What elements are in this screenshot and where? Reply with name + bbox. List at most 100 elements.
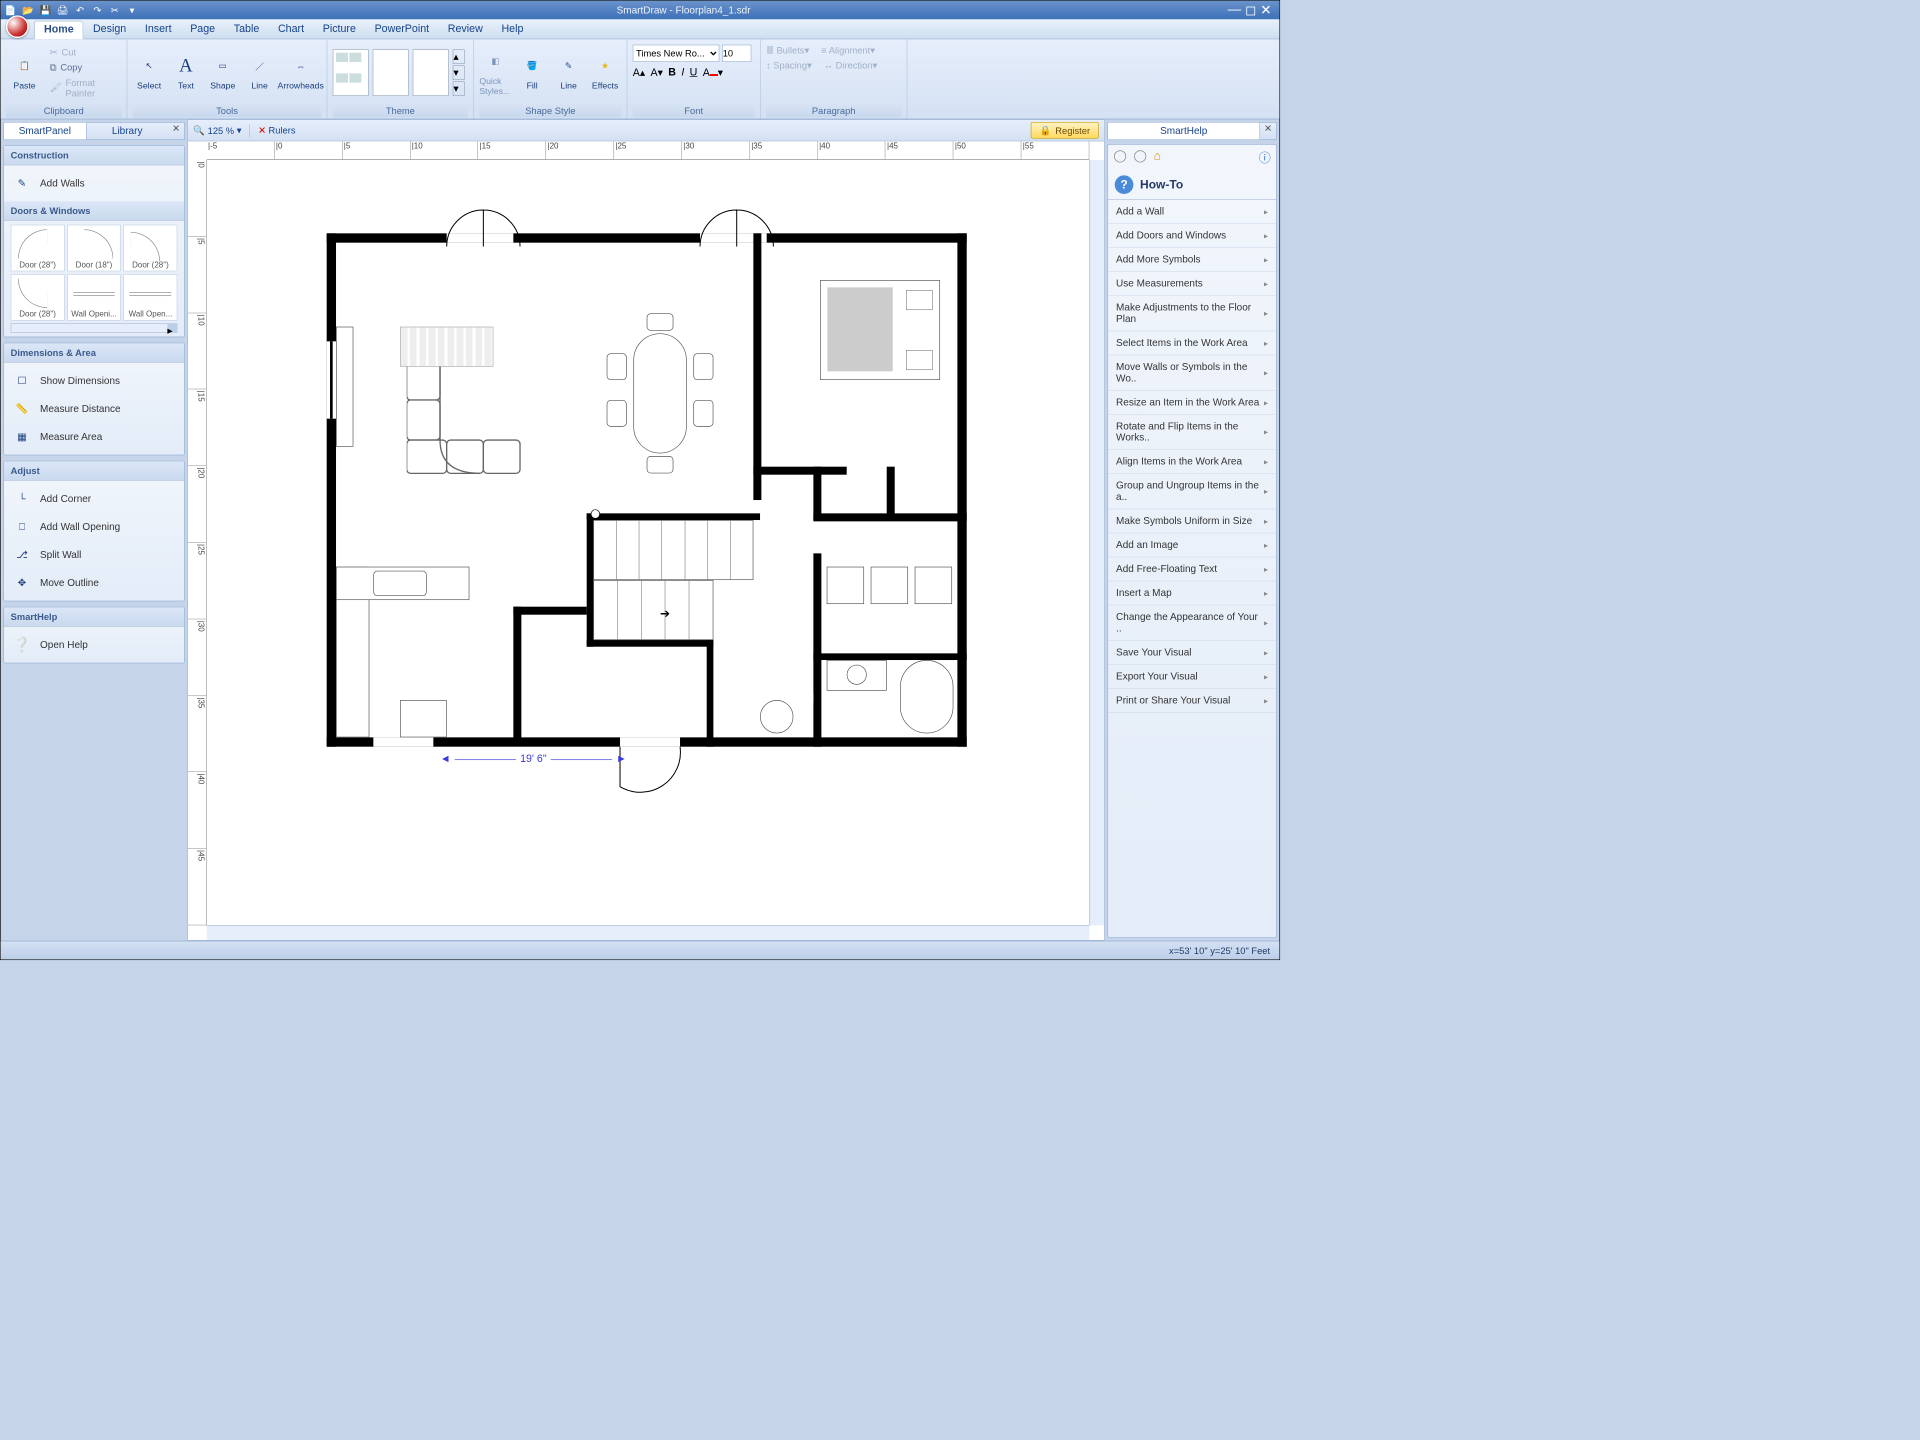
- close-button[interactable]: ✕: [1260, 2, 1271, 19]
- open-help-row[interactable]: ❔Open Help: [11, 631, 178, 659]
- theme-gallery[interactable]: ▴▾▾: [333, 41, 468, 104]
- font-grow-icon[interactable]: A▴: [633, 66, 645, 79]
- door-symbol[interactable]: Door (28"): [124, 225, 178, 272]
- dimension-label: ◄19' 6"►: [440, 753, 627, 765]
- qat-cut-icon[interactable]: ✂: [107, 3, 122, 18]
- qat-dropdown-icon[interactable]: ▾: [125, 3, 140, 18]
- paste-button[interactable]: 📋 Paste: [6, 44, 43, 101]
- door-symbol[interactable]: Door (28"): [11, 274, 65, 321]
- bold-button[interactable]: B: [668, 67, 676, 79]
- font-family-select[interactable]: Times New Ro...: [633, 45, 720, 62]
- howto-item[interactable]: Use Measurements▸: [1108, 272, 1276, 296]
- qat-open-icon[interactable]: 📂: [21, 3, 36, 18]
- drawing-canvas[interactable]: ➔ ◄19' 6"►: [207, 160, 1090, 925]
- italic-button[interactable]: I: [681, 67, 684, 79]
- howto-item[interactable]: Move Walls or Symbols in the Wo..▸: [1108, 355, 1276, 390]
- tab-home[interactable]: Home: [34, 20, 84, 39]
- tab-design[interactable]: Design: [84, 20, 136, 37]
- line-button[interactable]: ／Line: [243, 44, 276, 101]
- door-symbol[interactable]: Door (28"): [11, 225, 65, 272]
- rulers-toggle[interactable]: ✕ Rulers: [258, 125, 295, 136]
- qat-undo-icon[interactable]: ↶: [73, 3, 88, 18]
- arrowheads-button[interactable]: ⇔Arrowheads: [280, 44, 321, 101]
- measure-distance-row[interactable]: 📏Measure Distance: [11, 395, 178, 423]
- howto-item[interactable]: Add an Image▸: [1108, 533, 1276, 557]
- wall-opening-symbol[interactable]: Wall Openi...: [67, 274, 121, 321]
- font-shrink-icon[interactable]: A▾: [651, 66, 663, 79]
- nav-back-icon[interactable]: ◯: [1113, 149, 1126, 166]
- howto-item[interactable]: Add Free-Floating Text▸: [1108, 557, 1276, 581]
- group-tools-label: Tools: [133, 104, 322, 117]
- tab-insert[interactable]: Insert: [136, 20, 181, 37]
- font-color-button[interactable]: A▾: [703, 66, 723, 79]
- howto-item[interactable]: Print or Share Your Visual▸: [1108, 689, 1276, 713]
- tab-picture[interactable]: Picture: [313, 20, 365, 37]
- move-outline-row[interactable]: ✥Move Outline: [11, 569, 178, 597]
- qat-print-icon[interactable]: 🖨: [55, 3, 70, 18]
- shape-button[interactable]: ▭Shape: [206, 44, 239, 101]
- effects-button[interactable]: ★Effects: [589, 44, 622, 101]
- direction-button[interactable]: ↔ Direction▾: [824, 60, 877, 71]
- zoom-control[interactable]: 🔍 125 % ▾: [193, 125, 241, 136]
- howto-item[interactable]: Rotate and Flip Items in the Works..▸: [1108, 415, 1276, 450]
- howto-item[interactable]: Add a Wall▸: [1108, 200, 1276, 224]
- howto-item[interactable]: Change the Appearance of Your ..▸: [1108, 605, 1276, 640]
- center-handle[interactable]: [591, 509, 600, 518]
- maximize-button[interactable]: ◻: [1245, 2, 1256, 19]
- tab-review[interactable]: Review: [438, 20, 492, 37]
- help-info-icon[interactable]: ⓘ: [1259, 149, 1271, 166]
- text-button[interactable]: AText: [170, 44, 203, 101]
- minimize-button[interactable]: —: [1228, 2, 1241, 19]
- tab-page[interactable]: Page: [181, 20, 225, 37]
- spacing-button[interactable]: ↕ Spacing▾: [766, 60, 812, 71]
- font-size-input[interactable]: [722, 45, 751, 62]
- howto-item[interactable]: Resize an Item in the Work Area▸: [1108, 391, 1276, 415]
- add-walls-row[interactable]: ✎Add Walls: [11, 169, 178, 197]
- howto-item[interactable]: Group and Ungroup Items in the a..▸: [1108, 474, 1276, 509]
- right-tab-smarthelp[interactable]: SmartHelp: [1108, 123, 1260, 140]
- group-paragraph-label: Paragraph: [766, 104, 901, 117]
- fill-button[interactable]: 🪣Fill: [516, 44, 549, 101]
- nav-fwd-icon[interactable]: ◯: [1133, 149, 1146, 166]
- underline-button[interactable]: U: [690, 67, 698, 79]
- door-symbol[interactable]: Door (18"): [67, 225, 121, 272]
- copy-button[interactable]: ⧉ Copy: [47, 60, 121, 74]
- line-style-button[interactable]: ✎Line: [552, 44, 585, 101]
- app-orb-button[interactable]: [6, 15, 29, 38]
- howto-item[interactable]: Add Doors and Windows▸: [1108, 224, 1276, 248]
- howto-item[interactable]: Export Your Visual▸: [1108, 665, 1276, 689]
- add-wall-opening-row[interactable]: ⎕Add Wall Opening: [11, 513, 178, 541]
- split-wall-row[interactable]: ⎇Split Wall: [11, 541, 178, 569]
- home-icon[interactable]: ⌂: [1154, 149, 1161, 166]
- howto-item[interactable]: Make Adjustments to the Floor Plan▸: [1108, 296, 1276, 331]
- howto-item[interactable]: Add More Symbols▸: [1108, 248, 1276, 272]
- right-panel-close[interactable]: ✕: [1260, 123, 1276, 140]
- quick-styles-button[interactable]: ◧Quick Styles...: [479, 44, 512, 101]
- left-tab-library[interactable]: Library: [86, 123, 168, 140]
- add-corner-row[interactable]: └Add Corner: [11, 485, 178, 513]
- format-painter-button[interactable]: 🖌 Format Painter: [47, 76, 121, 100]
- register-button[interactable]: 🔒 Register: [1031, 122, 1099, 139]
- tab-chart[interactable]: Chart: [269, 20, 314, 37]
- left-tab-smartpanel[interactable]: SmartPanel: [4, 123, 86, 140]
- howto-item[interactable]: Insert a Map▸: [1108, 581, 1276, 605]
- howto-item[interactable]: Save Your Visual▸: [1108, 641, 1276, 665]
- show-dimensions-row[interactable]: ☐Show Dimensions: [11, 367, 178, 395]
- qat-save-icon[interactable]: 💾: [38, 3, 53, 18]
- qat-redo-icon[interactable]: ↷: [90, 3, 105, 18]
- left-panel-close[interactable]: ✕: [168, 123, 184, 140]
- bullets-button[interactable]: ≣ Bullets▾: [766, 45, 809, 56]
- howto-item[interactable]: Select Items in the Work Area▸: [1108, 331, 1276, 355]
- tab-table[interactable]: Table: [224, 20, 268, 37]
- howto-item[interactable]: Make Symbols Uniform in Size▸: [1108, 509, 1276, 533]
- tab-help[interactable]: Help: [492, 20, 533, 37]
- tab-powerpoint[interactable]: PowerPoint: [365, 20, 438, 37]
- vertical-scrollbar[interactable]: [1089, 160, 1104, 925]
- wall-opening-symbol[interactable]: Wall Open...: [124, 274, 178, 321]
- measure-area-row[interactable]: ▦Measure Area: [11, 423, 178, 451]
- cut-button[interactable]: ✂ Cut: [47, 45, 121, 59]
- howto-item[interactable]: Align Items in the Work Area▸: [1108, 450, 1276, 474]
- select-button[interactable]: ↖Select: [133, 44, 166, 101]
- horizontal-scrollbar[interactable]: [207, 925, 1090, 940]
- alignment-button[interactable]: ≡ Alignment▾: [821, 45, 875, 56]
